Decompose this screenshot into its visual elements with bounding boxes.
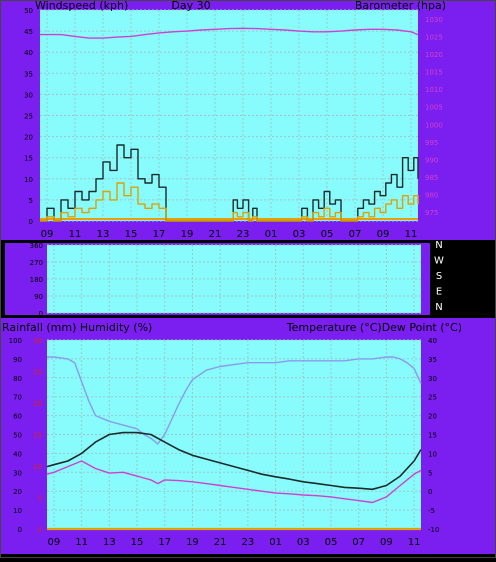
humidity-tick-label: 70 [13, 394, 22, 402]
windspeed-tick-label: 30 [24, 91, 33, 99]
rainfall-tick-label: 0 [38, 526, 42, 534]
x-tick-label: 11 [408, 537, 421, 548]
x-tick-label: 17 [158, 537, 171, 548]
compass-label: W [434, 256, 444, 267]
rainfall-tick-label: 15 [33, 432, 42, 440]
barometer-tick-label: 985 [425, 174, 438, 182]
temperature-tick-label: 20 [428, 413, 437, 421]
humidity-tick-label: 100 [9, 337, 22, 345]
humidity-tick-label: 60 [13, 413, 22, 421]
temperature-tick-label: 0 [428, 488, 432, 496]
compass-label: S [436, 271, 442, 282]
weather-graphs-svg: 05101520253035404550 9759809859909951000… [0, 0, 496, 558]
rainfall-tick-label: 20 [33, 400, 42, 408]
rainfall-tick-label: 5 [38, 495, 42, 503]
barometer-tick-label: 980 [425, 192, 438, 200]
weather-graphs: 0 5 10 15 20 25 30 35 40 45 50 975 980 985 990 995 1000… [0, 0, 496, 558]
temperature-tick-label: -5 [428, 507, 435, 515]
x-tick-label: 01 [269, 537, 282, 548]
barometer-axis-title: Barometer (hpa) [355, 0, 446, 12]
x-tick-label: 09 [48, 537, 61, 548]
temperature-tick-label: 25 [428, 394, 437, 402]
barometer-tick-label: 1025 [425, 33, 443, 41]
temperature-tick-label: 35 [428, 356, 437, 364]
rain-humidity-axis-title: Rainfall (mm) Humidity (%) [2, 321, 152, 334]
direction-tick-label: 90 [34, 293, 43, 301]
x-tick-label: 13 [103, 537, 116, 548]
barometer-tick-label: 990 [425, 156, 438, 164]
windspeed-tick-label: 25 [24, 113, 33, 121]
windspeed-tick-label: 35 [24, 70, 33, 78]
x-tick-label: 11 [69, 229, 82, 240]
x-tick-label: 09 [377, 229, 390, 240]
windspeed-axis-title: Windspeed (kph) [35, 0, 128, 12]
barometer-tick-label: 1000 [425, 121, 443, 129]
x-tick-label: 19 [181, 229, 194, 240]
x-tick-label: 17 [153, 229, 166, 240]
direction-tick-label: 270 [30, 259, 43, 267]
x-tick-label: 07 [349, 229, 362, 240]
windspeed-tick-label: 20 [24, 134, 33, 142]
x-tick-label: 03 [293, 229, 306, 240]
x-tick-label: 01 [265, 229, 278, 240]
temperature-tick-label: 40 [428, 337, 437, 345]
windspeed-tick-label: 40 [24, 49, 33, 57]
humidity-tick-label: 80 [13, 375, 22, 383]
temperature-tick-label: 30 [428, 375, 437, 383]
x-tick-label: 09 [41, 229, 54, 240]
x-tick-label: 15 [131, 537, 144, 548]
barometer-tick-label: 1010 [425, 86, 443, 94]
x-tick-label: 23 [241, 537, 254, 548]
x-tick-label: 03 [297, 537, 310, 548]
compass-labels: NWSEN [434, 240, 444, 313]
windspeed-tick-label: 45 [24, 28, 33, 36]
windspeed-tick-label: 50 [24, 7, 33, 15]
direction-tick-label: 180 [30, 276, 43, 284]
x-tick-label: 05 [321, 229, 334, 240]
windspeed-tick-label: 10 [24, 176, 33, 184]
humidity-tick-label: 10 [13, 507, 22, 515]
temperature-tick-label: -10 [428, 526, 439, 534]
barometer-tick-label: 1015 [425, 69, 443, 77]
compass-label: N [435, 240, 442, 251]
x-tick-label: 05 [325, 537, 338, 548]
temperature-tick-label: 5 [428, 469, 432, 477]
humidity-tick-label: 30 [13, 469, 22, 477]
x-tick-label: 19 [186, 537, 199, 548]
compass-label: N [435, 302, 442, 313]
x-tick-label: 11 [405, 229, 418, 240]
x-tick-label: 21 [209, 229, 222, 240]
humidity-tick-label: 50 [13, 432, 22, 440]
barometer-tick-label: 995 [425, 139, 438, 147]
day-label: Day 30 [171, 0, 210, 12]
x-tick-label: 23 [237, 229, 250, 240]
x-tick-label: 13 [97, 229, 110, 240]
humidity-tick-label: 40 [13, 450, 22, 458]
barometer-tick-label: 1005 [425, 104, 443, 112]
rainfall-tick-label: 10 [33, 463, 42, 471]
direction-tick-label: 360 [30, 242, 43, 250]
x-tick-label: 09 [380, 537, 393, 548]
rainfall-tick-label: 30 [33, 337, 42, 345]
x-tick-label: 21 [214, 537, 227, 548]
barometer-tick-label: 975 [425, 209, 438, 217]
humidity-tick-label: 20 [13, 488, 22, 496]
barometer-tick-label: 1020 [425, 51, 443, 59]
windspeed-tick-label: 5 [29, 197, 33, 205]
direction-tick-label: 0 [39, 310, 43, 318]
windspeed-tick-label: 0 [29, 218, 33, 226]
temperature-dewpoint-axis-title: Temperature (°C)Dew Point (°C) [286, 321, 462, 334]
rainfall-tick-label: 25 [33, 369, 42, 377]
x-tick-label: 07 [352, 537, 365, 548]
humidity-tick-label: 0 [18, 526, 22, 534]
temperature-tick-label: 15 [428, 432, 437, 440]
x-tick-label: 11 [75, 537, 88, 548]
x-tick-label: 15 [125, 229, 138, 240]
windspeed-tick-label: 15 [24, 155, 33, 163]
humidity-tick-label: 90 [13, 356, 22, 364]
compass-label: E [436, 287, 442, 298]
temperature-tick-label: 10 [428, 450, 437, 458]
barometer-tick-label: 1030 [425, 16, 443, 24]
